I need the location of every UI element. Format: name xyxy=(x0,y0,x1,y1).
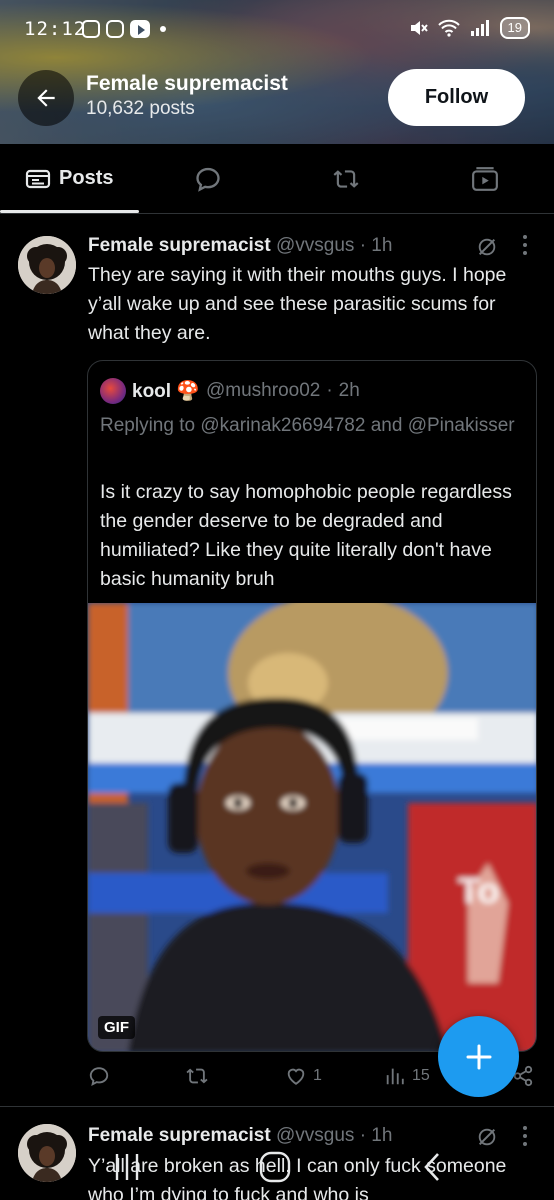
reply-button[interactable] xyxy=(88,1065,116,1087)
separator-dot: · xyxy=(359,1125,372,1146)
reply-bubble-icon xyxy=(196,167,220,192)
gif-badge: GIF xyxy=(98,1016,135,1039)
gif-media[interactable]: To GIF xyxy=(88,603,536,1051)
status-system-icons: 19 xyxy=(408,17,530,39)
post-time[interactable]: 1h xyxy=(371,235,392,256)
status-notification-icons xyxy=(82,20,166,38)
posts-icon xyxy=(25,169,51,188)
post-text: They are saying it with their mouths guy… xyxy=(88,264,507,344)
back-button[interactable] xyxy=(18,70,74,126)
author-name[interactable]: Female supremacist xyxy=(88,1125,271,1146)
quoted-avatar xyxy=(100,378,126,404)
reply-icon xyxy=(89,1067,109,1086)
view-count: 15 xyxy=(412,1067,430,1084)
svg-text:To: To xyxy=(458,870,499,911)
more-options-icon[interactable] xyxy=(522,1125,530,1153)
replying-prefix: Replying to xyxy=(100,415,196,436)
compose-post-button[interactable] xyxy=(438,1016,519,1097)
avatar[interactable] xyxy=(18,1124,76,1182)
instagram-icon xyxy=(106,20,124,38)
screenshot-icon xyxy=(82,20,100,38)
heart-icon xyxy=(287,1068,305,1085)
youtube-icon xyxy=(130,20,150,38)
profile-name: Female supremacist xyxy=(86,72,288,95)
views-chart-icon xyxy=(386,1068,404,1085)
home-button[interactable] xyxy=(258,1150,292,1189)
gif-frame-image: To xyxy=(88,603,536,1051)
replying-and: and xyxy=(370,415,403,436)
status-time: 12:12 xyxy=(24,18,87,40)
profile-post-count: 10,632 posts xyxy=(86,98,195,119)
avatar-photo xyxy=(18,236,76,294)
repost-icon xyxy=(186,1068,208,1084)
tab-posts[interactable]: Posts xyxy=(0,144,139,213)
mention-link[interactable]: @Pinakisser xyxy=(408,415,515,436)
profile-tabs: Posts xyxy=(0,144,554,214)
battery-indicator: 19 xyxy=(499,17,530,39)
replying-to: Replying to @karinak26694782 and @Pinaki… xyxy=(100,411,520,440)
more-options-icon[interactable] xyxy=(522,234,530,262)
recent-apps-button[interactable] xyxy=(112,1150,142,1189)
quoted-author-handle: @mushroo02 xyxy=(206,380,321,401)
quoted-post-text: Is it crazy to say homophobic people reg… xyxy=(100,481,512,590)
author-name[interactable]: Female supremacist xyxy=(88,235,271,256)
back-nav-button[interactable] xyxy=(420,1150,444,1189)
like-count: 1 xyxy=(313,1067,322,1084)
quoted-post[interactable]: kool 🍄 @mushroo02 · 2h Replying to @kari… xyxy=(87,360,537,1052)
repost-button[interactable] xyxy=(185,1065,215,1087)
separator-dot: · xyxy=(359,235,372,256)
post-header: Female supremacist @vvsgus · 1h xyxy=(88,235,392,257)
tab-replies[interactable] xyxy=(139,144,278,213)
home-icon xyxy=(259,1151,291,1183)
quoted-post-header: kool 🍄 @mushroo02 · 2h xyxy=(100,378,360,404)
quoted-author-name: kool 🍄 xyxy=(132,381,200,402)
quoted-post-time: 2h xyxy=(338,380,360,401)
media-icon xyxy=(471,166,498,191)
recent-apps-icon xyxy=(115,1154,139,1180)
post-header: Female supremacist @vvsgus · 1h xyxy=(88,1125,392,1147)
avatar-photo xyxy=(18,1124,76,1182)
post-time[interactable]: 1h xyxy=(371,1125,392,1146)
like-button[interactable]: 1 xyxy=(285,1065,322,1087)
profile-header-title: Female supremacist 10,632 posts xyxy=(86,72,288,120)
tab-reposts[interactable] xyxy=(277,144,416,213)
follow-button[interactable]: Follow xyxy=(388,69,525,126)
mute-icon xyxy=(410,21,428,35)
repost-icon xyxy=(333,169,359,188)
separator-dot: · xyxy=(326,380,333,401)
wifi-icon xyxy=(437,19,460,37)
signal-icon xyxy=(470,20,489,36)
mention-link[interactable]: @karinak26694782 xyxy=(200,415,365,436)
status-bar: 12:12 19 xyxy=(0,0,554,60)
plus-icon xyxy=(466,1044,491,1069)
views-button[interactable]: 15 xyxy=(384,1065,430,1087)
grok-icon[interactable] xyxy=(476,1126,498,1148)
avatar[interactable] xyxy=(18,236,76,294)
more-notifications-dot xyxy=(160,26,166,32)
post-text: Y’all are broken as hell. I can only fuc… xyxy=(88,1155,507,1200)
chevron-left-icon xyxy=(424,1153,439,1181)
grok-icon[interactable] xyxy=(476,236,498,258)
arrow-left-icon xyxy=(37,89,55,107)
tab-media[interactable] xyxy=(416,144,554,213)
author-handle[interactable]: @vvsgus xyxy=(276,1125,354,1146)
author-handle[interactable]: @vvsgus xyxy=(276,235,354,256)
tab-posts-label: Posts xyxy=(59,167,114,189)
